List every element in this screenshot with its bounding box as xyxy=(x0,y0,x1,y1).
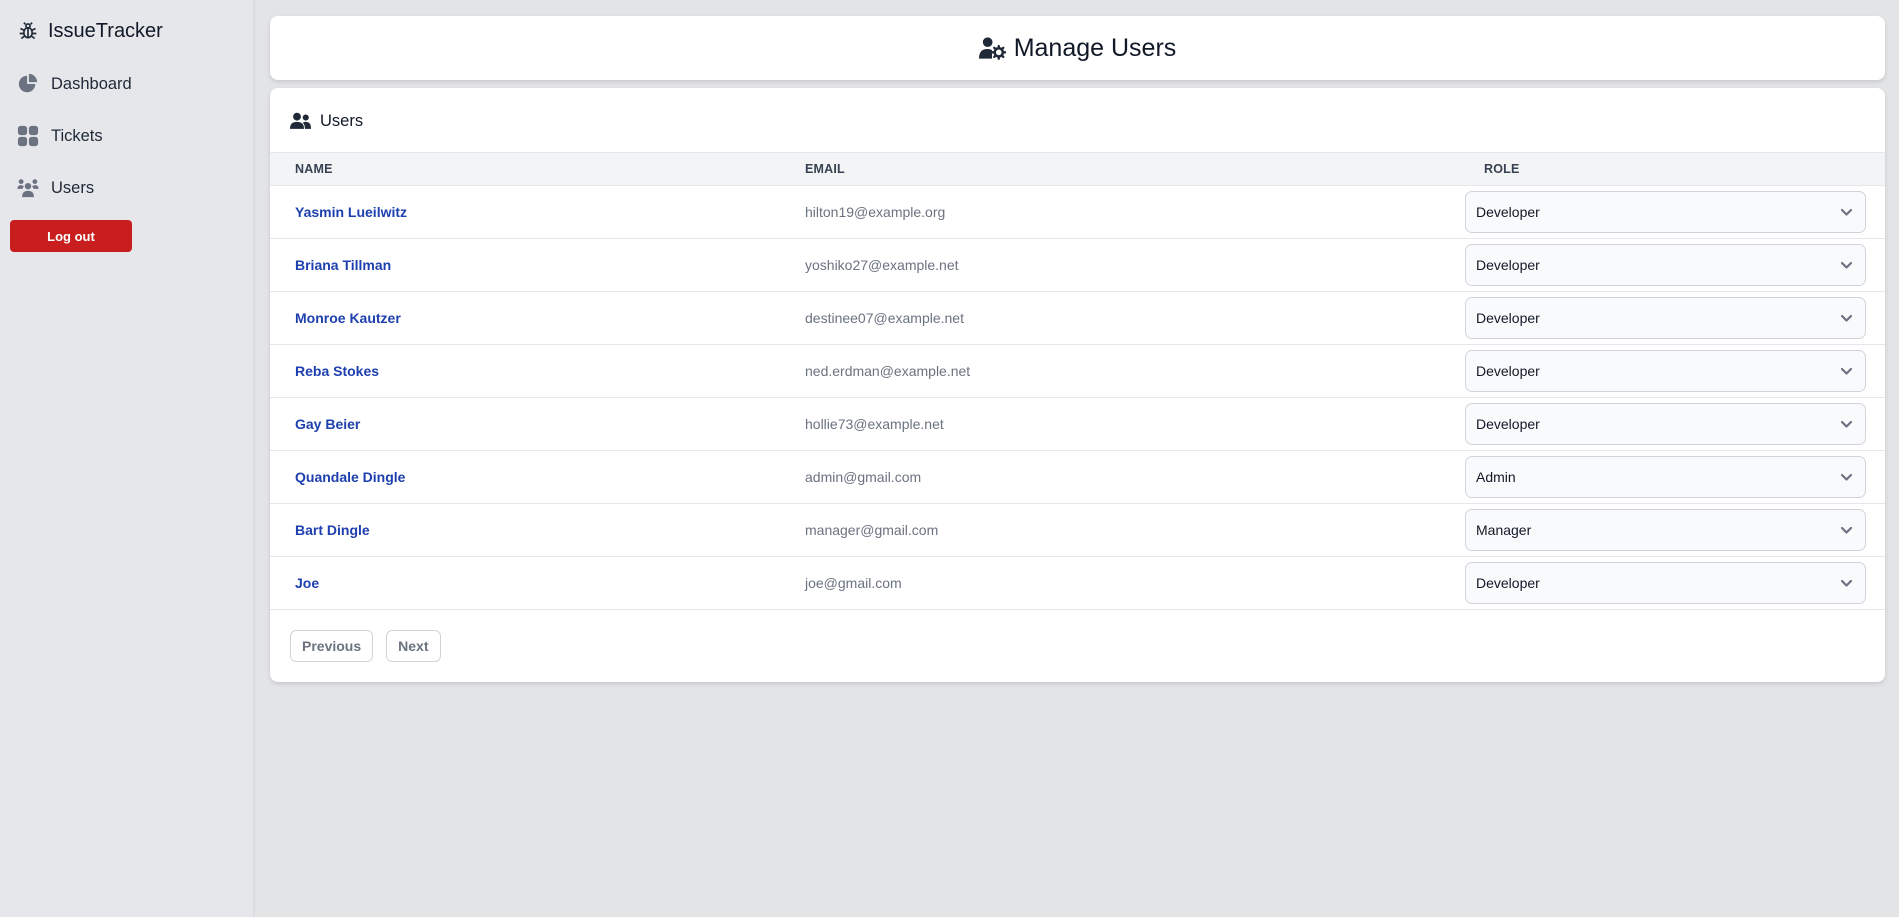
role-select[interactable]: Developer xyxy=(1465,297,1866,339)
card-title: Users xyxy=(290,110,363,132)
bug-icon xyxy=(19,22,37,40)
role-select-value: Developer xyxy=(1476,363,1540,379)
previous-button[interactable]: Previous xyxy=(290,630,374,662)
role-select[interactable]: Developer xyxy=(1465,350,1866,392)
chevron-down-icon xyxy=(1840,261,1853,269)
sidebar: IssueTracker Dashboard Tickets Users Log… xyxy=(0,0,254,917)
table-header-row: NAME EMAIL ROLE xyxy=(270,152,1885,186)
role-select[interactable]: Developer xyxy=(1465,191,1866,233)
page-header: Manage Users xyxy=(270,16,1885,80)
role-select[interactable]: Developer xyxy=(1465,403,1866,445)
chevron-down-icon xyxy=(1840,208,1853,216)
user-email: joe@gmail.com xyxy=(805,575,902,591)
user-name-link[interactable]: Bart Dingle xyxy=(295,522,370,538)
sidebar-item-users[interactable]: Users xyxy=(17,175,94,201)
grid-icon xyxy=(17,125,39,147)
chevron-down-icon xyxy=(1840,473,1853,481)
pie-chart-icon xyxy=(18,73,38,93)
role-select[interactable]: Developer xyxy=(1465,244,1866,286)
role-select[interactable]: Manager xyxy=(1465,509,1866,551)
table-row: Monroe Kautzer destinee07@example.net De… xyxy=(270,292,1885,345)
user-name-link[interactable]: Gay Beier xyxy=(295,416,360,432)
chevron-down-icon xyxy=(1840,367,1853,375)
users-table: NAME EMAIL ROLE Yasmin Lueilwitz hilton1… xyxy=(270,152,1885,610)
table-row: Quandale Dingle admin@gmail.com Admin xyxy=(270,451,1885,504)
role-select-value: Developer xyxy=(1476,257,1540,273)
card-title-text: Users xyxy=(320,111,364,130)
users-icon xyxy=(17,179,39,198)
user-email: ned.erdman@example.net xyxy=(805,363,971,379)
sidebar-item-label: Dashboard xyxy=(51,74,132,93)
column-header-email: EMAIL xyxy=(780,152,1455,186)
user-gear-icon xyxy=(978,37,1006,60)
app-title: IssueTracker xyxy=(48,19,163,42)
user-name-link[interactable]: Monroe Kautzer xyxy=(295,310,401,326)
user-name-link[interactable]: Yasmin Lueilwitz xyxy=(295,204,407,220)
table-row: Joe joe@gmail.com Developer xyxy=(270,557,1885,610)
role-select-value: Developer xyxy=(1476,310,1540,326)
user-name-link[interactable]: Quandale Dingle xyxy=(295,469,405,485)
role-select[interactable]: Admin xyxy=(1465,456,1866,498)
user-name-link[interactable]: Joe xyxy=(295,575,319,591)
table-row: Briana Tillman yoshiko27@example.net Dev… xyxy=(270,239,1885,292)
column-header-name: NAME xyxy=(270,152,780,186)
user-name-link[interactable]: Reba Stokes xyxy=(295,363,379,379)
role-select-value: Developer xyxy=(1476,204,1540,220)
user-email: admin@gmail.com xyxy=(805,469,922,485)
sidebar-item-tickets[interactable]: Tickets xyxy=(17,123,103,149)
role-select-value: Developer xyxy=(1476,416,1540,432)
user-email: yoshiko27@example.net xyxy=(805,257,959,273)
user-email: hollie73@example.net xyxy=(805,416,944,432)
logout-button[interactable]: Log out xyxy=(10,220,132,252)
column-header-role: ROLE xyxy=(1455,152,1885,186)
role-select-value: Manager xyxy=(1476,522,1532,538)
user-email: manager@gmail.com xyxy=(805,522,939,538)
sidebar-item-dashboard[interactable]: Dashboard xyxy=(17,71,132,97)
pagination: Previous Next xyxy=(290,630,441,662)
users-icon xyxy=(290,112,311,129)
role-select-value: Developer xyxy=(1476,575,1540,591)
table-row: Gay Beier hollie73@example.net Developer xyxy=(270,398,1885,451)
sidebar-item-label: Users xyxy=(51,178,95,197)
table-row: Reba Stokes ned.erdman@example.net Devel… xyxy=(270,345,1885,398)
sidebar-item-label: Tickets xyxy=(51,126,103,145)
chevron-down-icon xyxy=(1840,420,1853,428)
page-title: Manage Users xyxy=(1013,33,1177,62)
role-select[interactable]: Developer xyxy=(1465,562,1866,604)
users-card: Users NAME EMAIL ROLE Yasmin Lueilwitz h… xyxy=(270,88,1885,682)
chevron-down-icon xyxy=(1840,579,1853,587)
user-email: destinee07@example.net xyxy=(805,310,964,326)
user-email: hilton19@example.org xyxy=(805,204,946,220)
table-row: Bart Dingle manager@gmail.com Manager xyxy=(270,504,1885,557)
next-button[interactable]: Next xyxy=(386,630,441,662)
role-select-value: Admin xyxy=(1476,469,1516,485)
chevron-down-icon xyxy=(1840,526,1853,534)
brand-logo[interactable]: IssueTracker xyxy=(18,18,163,44)
user-name-link[interactable]: Briana Tillman xyxy=(295,257,391,273)
table-row: Yasmin Lueilwitz hilton19@example.org De… xyxy=(270,186,1885,239)
chevron-down-icon xyxy=(1840,314,1853,322)
